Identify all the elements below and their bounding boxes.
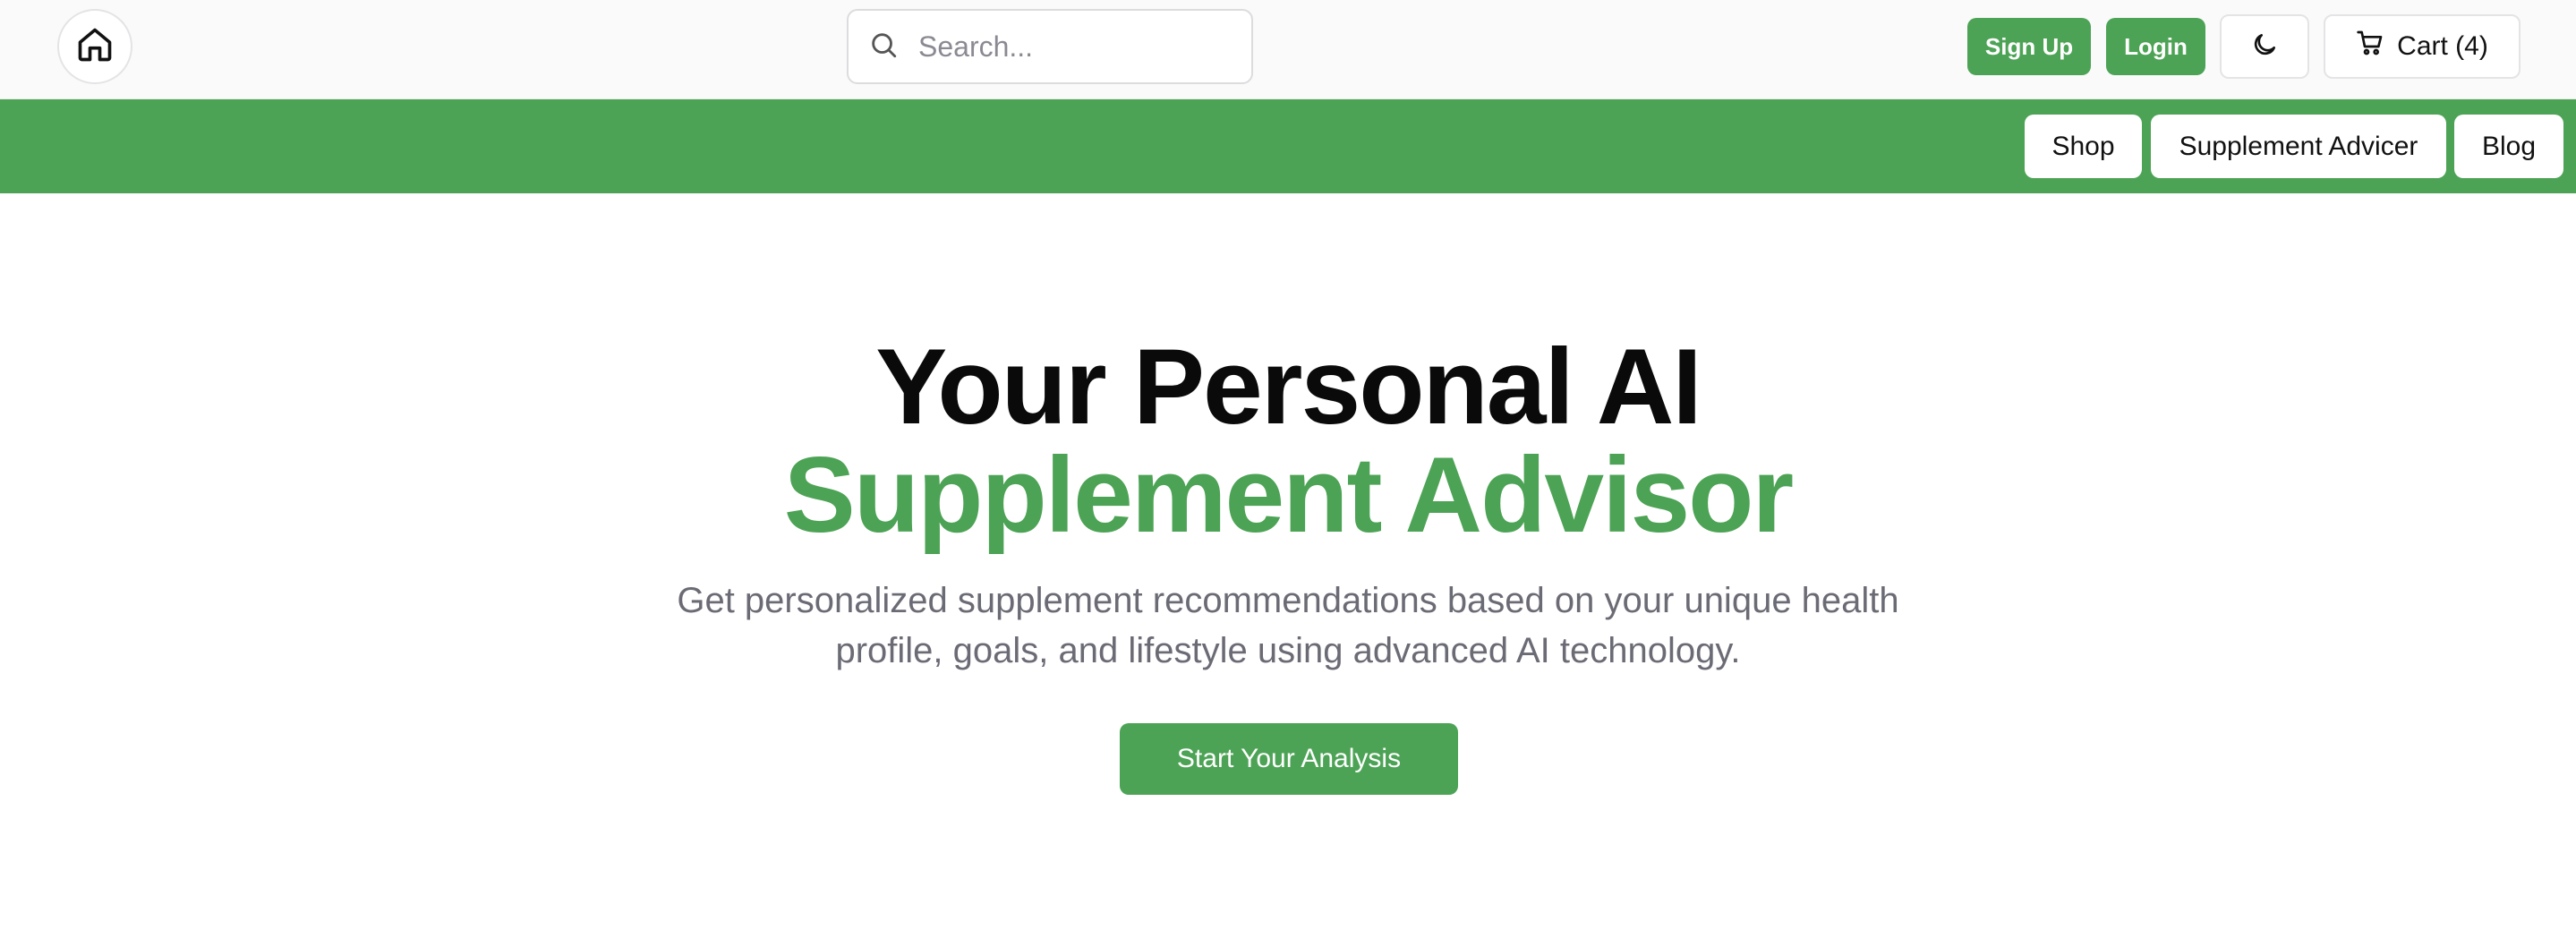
house-icon <box>75 25 115 69</box>
sign-up-button[interactable]: Sign Up <box>1967 18 2091 75</box>
search-icon <box>868 30 899 64</box>
search-bar <box>847 9 1253 84</box>
home-button[interactable] <box>57 9 132 84</box>
moon-icon <box>2250 30 2279 64</box>
nav-item-shop[interactable]: Shop <box>2025 115 2142 178</box>
hero-section: Your Personal AI Supplement Advisor Get … <box>0 193 2576 938</box>
cart-label: Cart (4) <box>2397 31 2488 61</box>
login-button[interactable]: Login <box>2106 18 2205 75</box>
theme-toggle-button[interactable] <box>2220 14 2309 79</box>
cart-icon <box>2356 29 2397 64</box>
hero-title-line2: Supplement Advisor <box>783 435 1794 555</box>
nav-item-supplement-advicer[interactable]: Supplement Advicer <box>2151 115 2446 178</box>
main-nav: Shop Supplement Advicer Blog <box>0 99 2576 193</box>
top-header: Sign Up Login Cart (4) <box>0 0 2576 99</box>
hero-title-line1: Your Personal AI <box>875 327 1702 447</box>
hero-subtitle: Get personalized supplement recommendati… <box>677 581 1899 670</box>
cart-button[interactable]: Cart (4) <box>2324 14 2521 79</box>
search-input[interactable] <box>917 29 1221 64</box>
start-analysis-button[interactable]: Start Your Analysis <box>1120 723 1458 795</box>
nav-item-blog[interactable]: Blog <box>2454 115 2563 178</box>
